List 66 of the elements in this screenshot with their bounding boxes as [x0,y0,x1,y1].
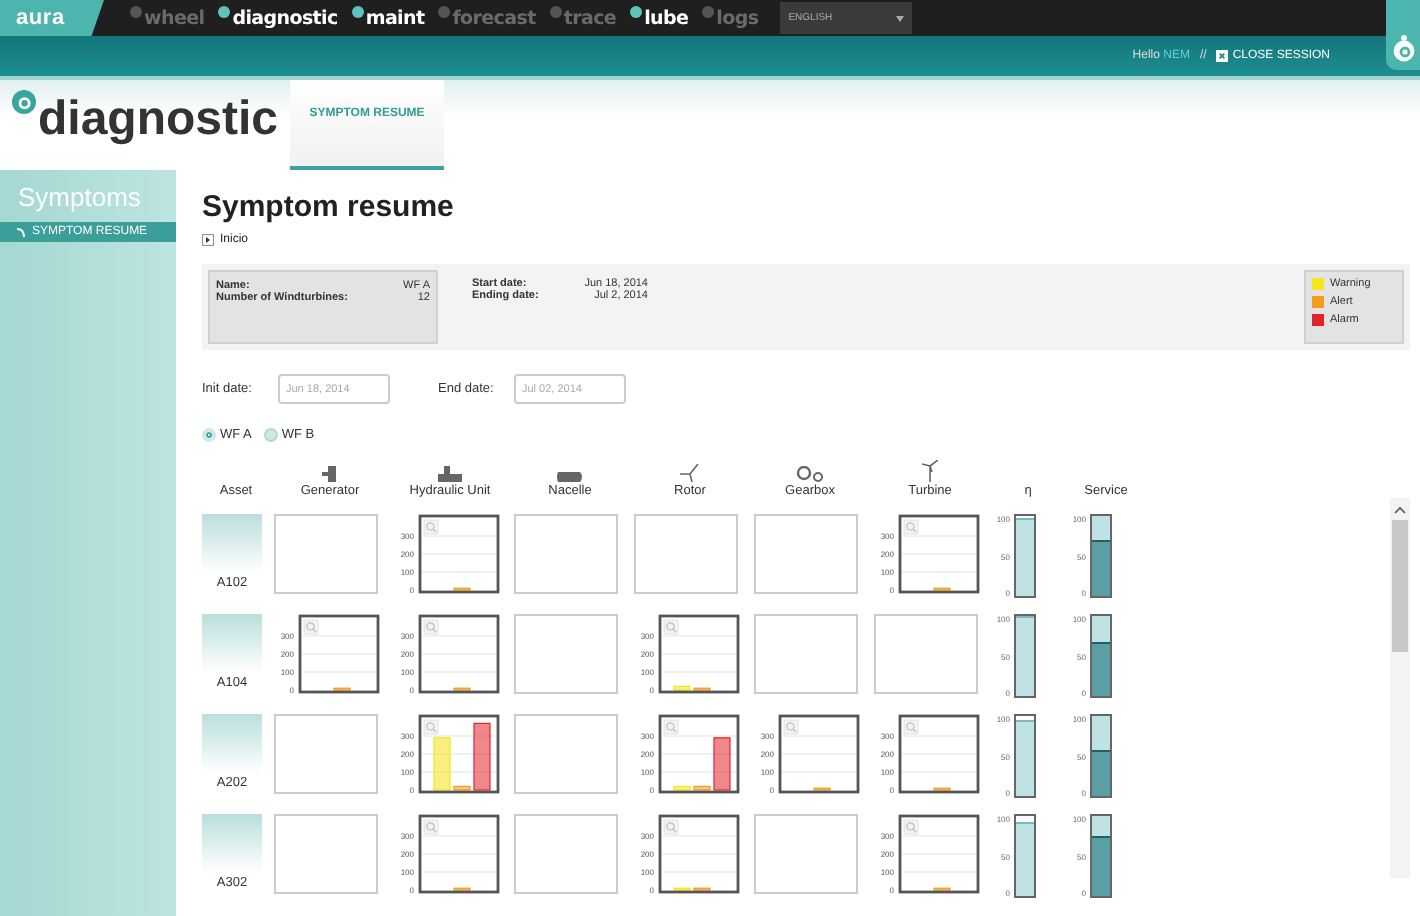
scroll-up-icon[interactable] [1394,506,1406,514]
empty-chart-box [274,814,378,894]
nav-link[interactable]: lube [630,7,689,29]
chart-frame [898,714,980,794]
empty-chart-box [754,814,858,894]
chart-frame [658,614,740,694]
chart-frame [418,714,500,794]
zoom-icon[interactable] [903,819,919,835]
section-title: diagnostic [38,94,279,146]
nacelle-icon [556,472,584,482]
chart-frame [898,814,980,894]
close-icon [1216,50,1229,62]
zoom-icon[interactable] [903,519,919,535]
module-icon [351,5,364,17]
empty-chart-box [274,514,378,594]
zoom-icon[interactable] [423,619,439,635]
zoom-icon[interactable] [663,819,679,835]
zoom-icon[interactable] [423,819,439,835]
chart-frame [898,514,980,594]
generator-icon [322,466,338,482]
chart-frame [418,614,500,694]
chart-frame [298,614,380,694]
gearbox-icon [796,466,824,482]
empty-chart-box [514,514,618,594]
logo-icon [12,90,36,114]
chart-frame [418,514,500,594]
corner-tab[interactable] [1386,0,1420,70]
radio-button[interactable] [263,428,278,442]
sidebar-title: Symptoms [16,182,143,216]
zoom-icon[interactable] [423,719,439,735]
zoom-icon[interactable] [783,719,799,735]
caret-icon [896,15,905,21]
chart-frame [658,714,740,794]
empty-chart-box [754,514,858,594]
empty-chart-box [514,714,618,794]
chart-frame [658,814,740,894]
module-icon [630,5,643,17]
hydraulic-unit-icon [438,466,462,482]
module-icon [549,5,562,17]
module-icon [702,5,715,17]
empty-chart-box [634,514,738,594]
zoom-icon[interactable] [303,619,319,635]
zoom-icon[interactable] [663,619,679,635]
module-icon [218,5,231,17]
zoom-icon[interactable] [423,519,439,535]
scrollbar[interactable] [1390,498,1410,878]
play-icon [202,234,214,246]
empty-chart-box [754,614,858,694]
empty-chart-box [514,614,618,694]
empty-chart-box [274,714,378,794]
page-title: Symptom resume [202,190,456,228]
empty-chart-box [514,814,618,894]
module-icon [438,5,451,17]
zoom-icon[interactable] [903,719,919,735]
radio-button[interactable] [202,428,216,442]
chart-frame [418,814,500,894]
zoom-icon[interactable] [663,719,679,735]
chart-frame [778,714,860,794]
module-icon [130,5,142,17]
empty-chart-box [874,614,978,694]
nav-link[interactable]: diagnostic [218,7,338,29]
scrollbar-thumb[interactable] [1392,520,1408,652]
rotor-icon [680,464,700,482]
turbine-icon [922,460,938,482]
logo-icon [1391,34,1415,62]
nav-link[interactable]: maint [351,7,425,29]
